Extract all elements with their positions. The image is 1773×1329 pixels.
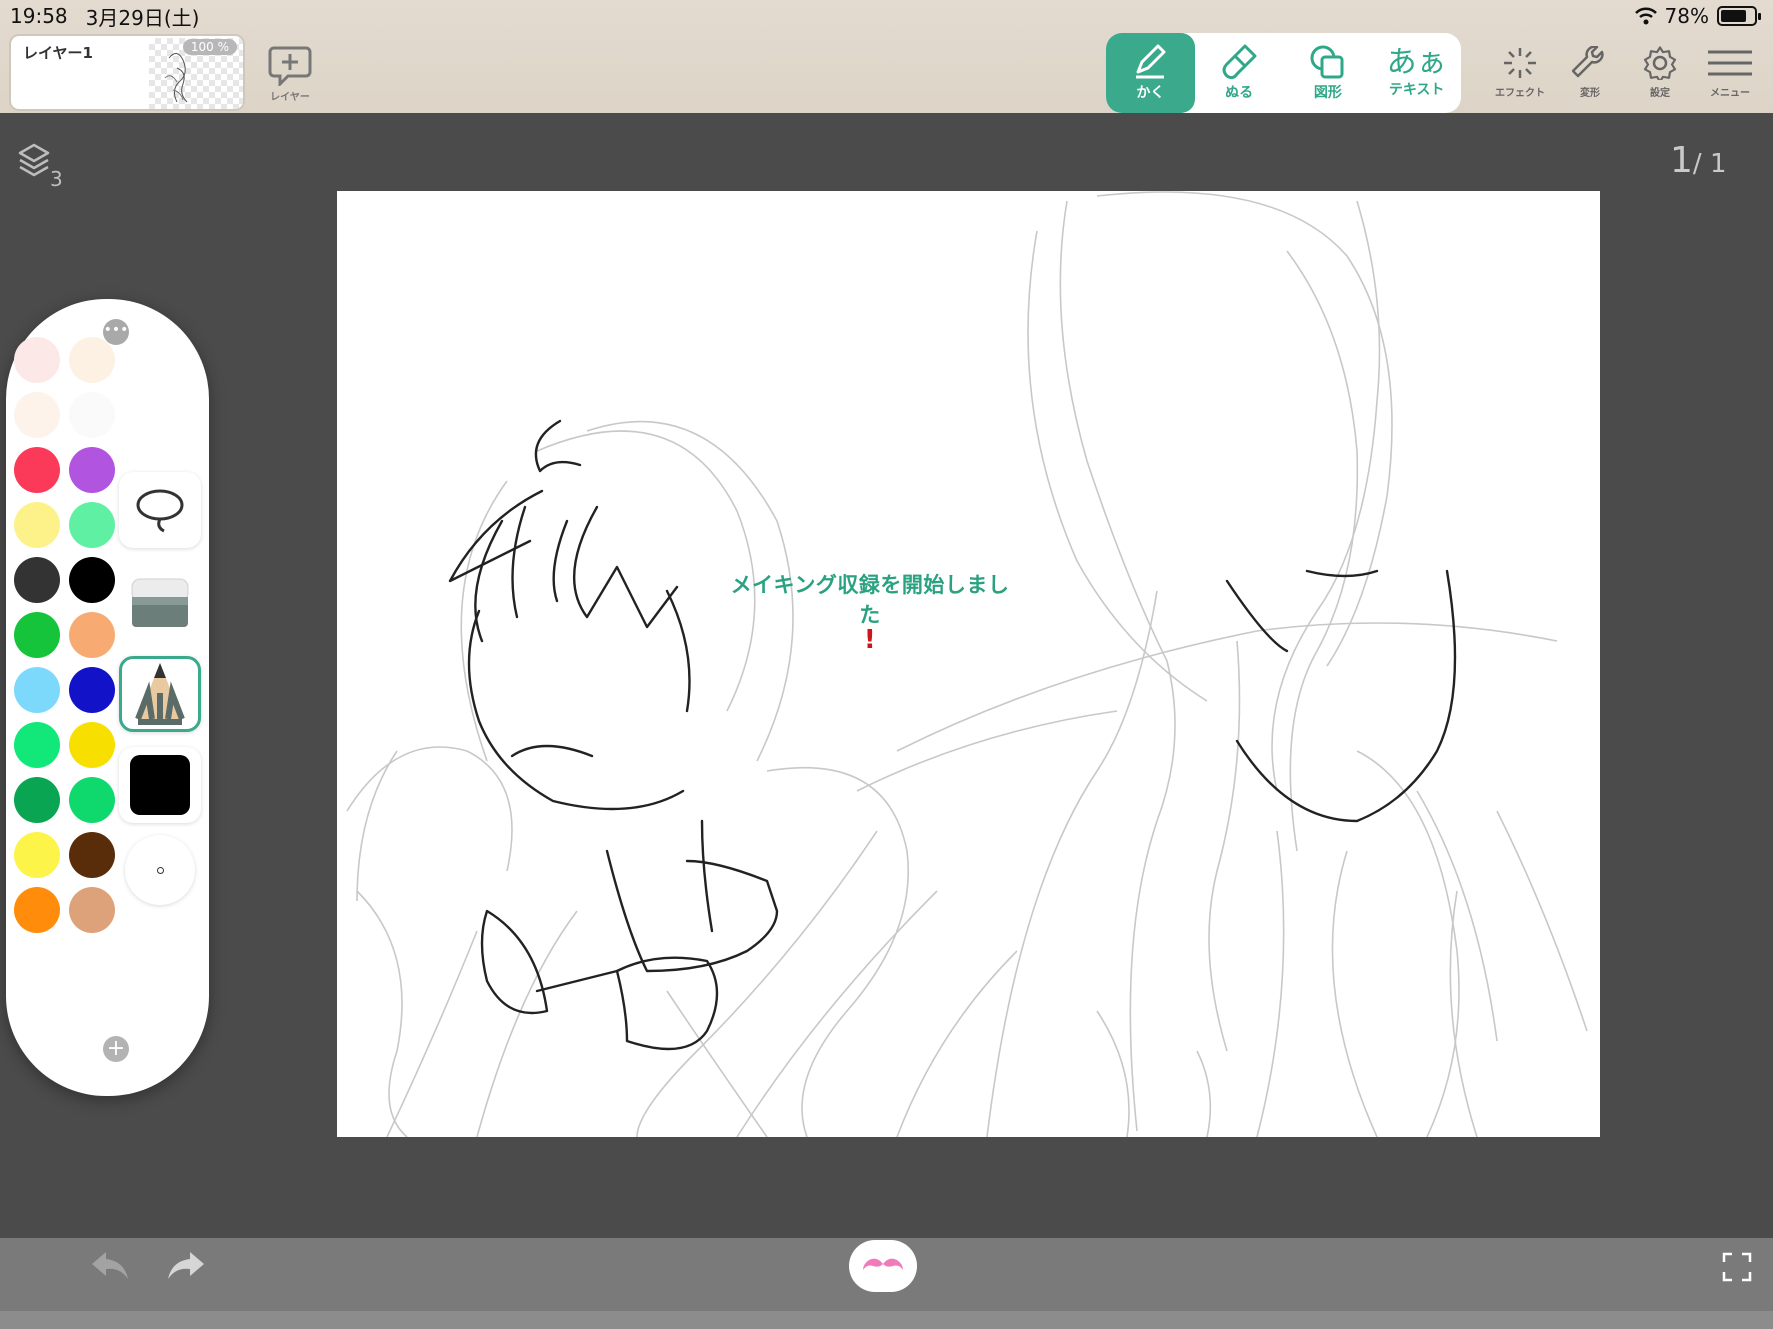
page-total: 1 xyxy=(1709,149,1727,179)
recording-toast: メイキング収録を開始しました ! xyxy=(730,569,1010,655)
brush-icon xyxy=(1222,44,1257,80)
color-swatch[interactable] xyxy=(14,722,60,768)
color-swatch[interactable] xyxy=(14,832,60,878)
transform-label: 変形 xyxy=(1580,88,1600,99)
battery-icon xyxy=(1717,6,1761,26)
right-tools: エフェクト 変形 設定 メニュー xyxy=(1492,46,1758,99)
color-swatch[interactable] xyxy=(69,337,115,383)
transform-button[interactable]: 変形 xyxy=(1562,46,1618,99)
tool-shape[interactable]: 図形 xyxy=(1284,33,1373,113)
menu-button[interactable]: メニュー xyxy=(1702,46,1758,99)
menu-label: メニュー xyxy=(1710,88,1750,99)
sketch-artwork xyxy=(346,191,1588,1137)
color-swatch[interactable] xyxy=(69,447,115,493)
toast-mark: ! xyxy=(863,625,877,655)
status-time: 19:58 xyxy=(10,4,68,28)
tool-draw-label: かく xyxy=(1136,85,1165,101)
tool-shape-label: 図形 xyxy=(1313,85,1342,101)
layer-thumbnail[interactable]: レイヤー1 100 % xyxy=(9,34,245,111)
page-indicator: 1/ 1 xyxy=(1670,140,1727,181)
add-color-button[interactable]: + xyxy=(103,1036,129,1062)
wrench-icon xyxy=(1572,46,1604,78)
text-icon: あぁ xyxy=(1386,45,1447,80)
layer-name: レイヤー1 xyxy=(23,44,93,62)
color-swatch[interactable] xyxy=(14,887,60,933)
battery-percent: 78% xyxy=(1664,4,1709,28)
settings-button[interactable]: 設定 xyxy=(1632,46,1688,99)
pen-icon xyxy=(1136,44,1166,79)
brush-size-button[interactable] xyxy=(125,835,195,905)
effect-button[interactable]: エフェクト xyxy=(1492,46,1548,99)
drawing-canvas[interactable]: メイキング収録を開始しました ! xyxy=(337,191,1600,1137)
color-swatch[interactable] xyxy=(69,722,115,768)
toast-message: メイキング収録を開始しました xyxy=(730,573,1010,627)
mustache-icon xyxy=(863,1258,903,1270)
fullscreen-icon xyxy=(1722,1252,1752,1282)
status-date: 3月29日(土) xyxy=(85,5,200,30)
color-swatch[interactable] xyxy=(14,777,60,823)
pencil-tool[interactable] xyxy=(119,656,201,732)
color-swatch[interactable] xyxy=(14,337,60,383)
redo-icon xyxy=(168,1252,204,1279)
eraser-tool[interactable] xyxy=(119,563,201,639)
layers-count: 3 xyxy=(50,167,63,191)
lasso-tool[interactable] xyxy=(119,472,201,548)
color-swatch[interactable] xyxy=(69,667,115,713)
add-layer-icon xyxy=(268,46,312,86)
color-swatch[interactable] xyxy=(69,557,115,603)
shape-icon xyxy=(1310,45,1344,79)
layers-icon xyxy=(18,143,50,177)
color-swatch[interactable] xyxy=(14,502,60,548)
settings-label: 設定 xyxy=(1650,88,1670,99)
brush-size-dot xyxy=(156,866,164,874)
recording-button[interactable] xyxy=(849,1240,917,1292)
effect-label: エフェクト xyxy=(1495,88,1545,99)
color-swatch[interactable] xyxy=(14,392,60,438)
tool-draw[interactable]: かく xyxy=(1106,33,1195,113)
tool-fill[interactable]: ぬる xyxy=(1195,33,1284,113)
lasso-icon xyxy=(136,489,184,533)
page-current: 1 xyxy=(1670,140,1693,181)
color-swatch[interactable] xyxy=(69,777,115,823)
current-color-button[interactable] xyxy=(119,747,201,823)
color-swatch[interactable] xyxy=(14,557,60,603)
redo-button[interactable] xyxy=(164,1246,208,1290)
bottom-strip xyxy=(0,1311,1773,1329)
fullscreen-button[interactable] xyxy=(1722,1252,1752,1286)
color-swatch[interactable] xyxy=(14,447,60,493)
color-swatch[interactable] xyxy=(69,832,115,878)
color-swatch[interactable] xyxy=(69,887,115,933)
tool-text[interactable]: あぁ テキスト xyxy=(1372,33,1461,113)
current-color-swatch xyxy=(130,755,190,815)
palette-more-button[interactable]: ••• xyxy=(103,319,129,345)
wifi-icon xyxy=(1634,7,1657,25)
color-swatch[interactable] xyxy=(14,667,60,713)
color-swatch[interactable] xyxy=(69,612,115,658)
top-bar: 19:58 3月29日(土) 78% レイヤー1 100 % レイヤー かく ぬ… xyxy=(0,0,1773,113)
gear-icon xyxy=(1643,46,1677,80)
hamburger-icon xyxy=(1708,50,1752,76)
color-palette: ••• + xyxy=(6,299,209,1096)
undo-button[interactable] xyxy=(88,1246,132,1290)
tool-text-label: テキスト xyxy=(1388,82,1445,98)
tool-fill-label: ぬる xyxy=(1225,85,1254,101)
layer-opacity-badge: 100 % xyxy=(182,39,237,55)
eraser-icon xyxy=(131,578,189,627)
tool-group: かく ぬる 図形 あぁ テキスト xyxy=(1106,33,1461,113)
add-layer-button[interactable]: レイヤー xyxy=(262,44,318,108)
layers-count-button[interactable]: 3 xyxy=(18,143,63,191)
color-swatch[interactable] xyxy=(14,612,60,658)
undo-icon xyxy=(92,1252,128,1279)
color-swatch[interactable] xyxy=(69,392,115,438)
sparkle-icon xyxy=(1504,48,1536,78)
pencil-icon xyxy=(135,663,185,725)
color-swatch[interactable] xyxy=(69,502,115,548)
add-layer-label: レイヤー xyxy=(270,92,310,103)
status-bar: 19:58 3月29日(土) 78% xyxy=(10,4,1761,30)
